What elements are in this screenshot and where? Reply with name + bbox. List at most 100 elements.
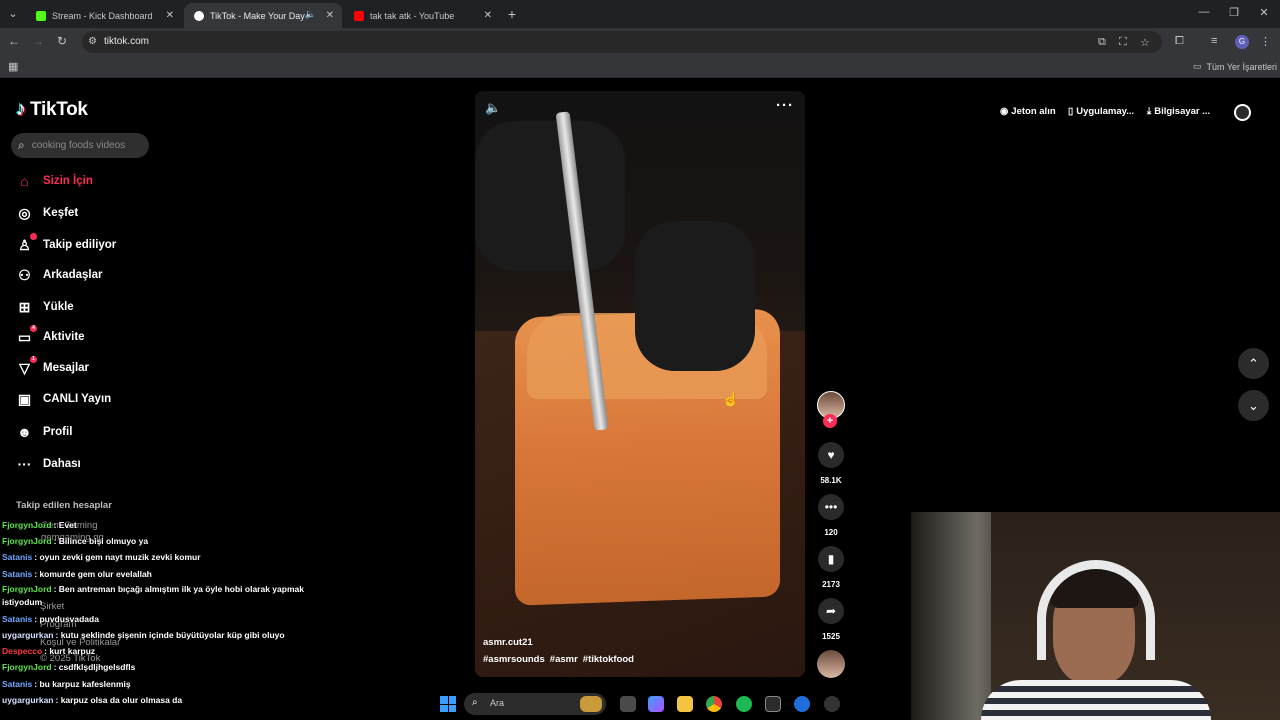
previous-video-chevron-up-icon[interactable]: ⌃ <box>1238 348 1269 379</box>
reload-icon[interactable]: ↻ <box>54 34 70 48</box>
all-bookmarks-folder[interactable]: ▭ Tüm Yer İşaretleri <box>1193 61 1277 72</box>
nav-label: Yükle <box>43 301 74 313</box>
chat-username: FjorgynJord <box>2 583 52 594</box>
get-coins-link[interactable]: ◉ Jeton alın <box>1000 106 1056 117</box>
nav-item-live[interactable]: ▣ CANLI Yayın <box>16 388 111 410</box>
chat-message: Despecco: kurt karpuz <box>2 643 322 659</box>
back-icon[interactable]: ← <box>6 34 22 48</box>
chat-message: FjorgynJord: csdfklşdljhgelsdfls <box>2 659 322 675</box>
striped-shirt <box>981 680 1211 720</box>
share-arrow-icon[interactable]: ➦ <box>818 598 844 624</box>
close-window-icon[interactable]: ✕ <box>1256 6 1272 19</box>
more-icon: ··· <box>17 456 32 472</box>
minimize-icon[interactable]: — <box>1196 6 1212 18</box>
like-heart-icon[interactable]: ♥ <box>818 442 844 468</box>
messages-icon: ▽ 1 <box>16 355 37 377</box>
chat-text: : oyun zevki gem nayt muzik zevki komur <box>34 552 201 563</box>
video-more-icon[interactable]: ··· <box>776 97 794 114</box>
address-bar[interactable]: ⚙ tiktok.com ⧉ ⛶ ☆ <box>82 31 1162 53</box>
next-video-chevron-down-icon[interactable]: ⌄ <box>1238 390 1269 421</box>
comment-icon[interactable]: ••• <box>818 494 844 520</box>
hashtag-link[interactable]: #asmr <box>550 654 578 665</box>
nav-item-messages[interactable]: ▽ 1 Mesajlar <box>16 355 89 379</box>
chat-message: Satanis: komurde gem olur evelallah <box>2 566 322 582</box>
app-icon[interactable] <box>794 696 810 712</box>
nav-item-more[interactable]: ··· Dahası <box>16 453 81 475</box>
upload-icon: ⊞ <box>18 298 31 315</box>
cast-icon[interactable]: ⧉ <box>1098 36 1106 49</box>
video-author[interactable]: asmr.cut21 <box>483 637 533 648</box>
hashtag-link[interactable]: #asmrsounds <box>483 654 545 665</box>
notification-dot <box>30 232 37 240</box>
store-icon[interactable] <box>765 696 781 712</box>
apps-grid-icon[interactable]: ▦ <box>8 60 18 73</box>
home-icon: ⌂ <box>20 173 29 189</box>
tab-title: TikTok - Make Your Day <box>210 10 305 21</box>
windows-start-icon[interactable] <box>440 696 456 712</box>
chat-text: : karpuz olsa da olur olmasa da <box>55 694 183 705</box>
profile-avatar-icon[interactable]: G <box>1235 35 1249 49</box>
forward-icon[interactable]: → <box>30 34 46 48</box>
new-tab-icon[interactable]: + <box>503 5 521 23</box>
file-explorer-icon[interactable] <box>677 696 693 712</box>
pc-app-link[interactable]: ⤓ Bilgisayar ... <box>1147 106 1210 117</box>
tab-title: Stream - Kick Dashboard <box>52 10 153 21</box>
coin-icon: ◉ <box>1000 106 1009 117</box>
close-tab-icon[interactable]: ✕ <box>166 10 174 21</box>
close-tab-icon[interactable]: ✕ <box>326 10 334 21</box>
tiktok-logo[interactable]: ♪ TikTok <box>16 98 88 121</box>
hashtag-link[interactable]: #tiktokfood <box>583 654 634 665</box>
tab-tiktok[interactable]: TikTok - Make Your Day 🔈 ✕ <box>184 3 342 28</box>
live-icon: ▣ <box>17 390 32 407</box>
browser-toolbar: ← → ↻ ⚙ tiktok.com ⧉ ⛶ ☆ ⧠ ≡ ⋮ <box>0 28 1280 56</box>
media-control-icon[interactable]: ≡ <box>1211 35 1217 47</box>
copilot-icon[interactable] <box>648 696 664 712</box>
search-icon[interactable]: ⌕ <box>18 138 25 153</box>
chat-text: : Bilince bişi olmuyo ya <box>53 536 149 547</box>
close-tab-icon[interactable]: ✕ <box>484 10 492 21</box>
get-app-link[interactable]: ▯ Uygulamay... <box>1068 106 1134 117</box>
tab-audio-icon[interactable]: 🔈 <box>305 9 316 20</box>
task-view-icon[interactable] <box>620 696 636 712</box>
bookmark-star-icon[interactable]: ☆ <box>1140 36 1150 49</box>
search-input[interactable]: ⌕ cooking foods videos <box>11 133 149 158</box>
extensions-icon[interactable]: ⧠ <box>1175 35 1184 48</box>
compass-icon: ◎ <box>18 204 31 221</box>
tab-search-chevron-icon[interactable]: ⌄ <box>4 5 22 23</box>
video-player[interactable]: 🔈 ··· asmr.cut21 #asmrsounds #asmr #tikt… <box>475 91 805 677</box>
chat-text: : puvdusvadada <box>34 613 99 624</box>
restore-icon[interactable]: ❐ <box>1226 6 1242 19</box>
tiktok-note-icon: ♪ <box>16 98 26 120</box>
follow-plus-icon[interactable]: + <box>823 414 837 428</box>
messages-badge: 1 <box>30 355 37 363</box>
spotify-icon[interactable] <box>736 696 752 712</box>
nav-item-profile[interactable]: ☻ Profil <box>16 421 72 443</box>
nav-item-for-you[interactable]: ⌂ Sizin İçin <box>16 170 93 192</box>
chrome-menu-icon[interactable]: ⋮ <box>1260 35 1271 48</box>
get-app-label: Uygulamay... <box>1076 106 1135 117</box>
nav-item-upload[interactable]: ⊞ Yükle <box>16 296 74 318</box>
user-avatar[interactable] <box>1234 104 1251 121</box>
windows-taskbar: ⌕ Ara <box>436 690 846 720</box>
nav-item-activity[interactable]: ▭ 4 Aktivite <box>16 324 85 348</box>
search-placeholder[interactable]: cooking foods videos <box>32 140 125 151</box>
volume-icon[interactable]: 🔈 <box>485 100 501 116</box>
nav-label: Arkadaşlar <box>43 269 103 281</box>
translate-icon[interactable]: ⛶ <box>1119 36 1127 49</box>
obs-icon[interactable] <box>824 696 840 712</box>
url-text[interactable]: tiktok.com <box>104 36 149 47</box>
taskbar-search[interactable]: ⌕ Ara <box>464 693 606 715</box>
nav-item-explore[interactable]: ◎ Keşfet <box>16 202 78 224</box>
tab-kick-dashboard[interactable]: Stream - Kick Dashboard ✕ <box>26 3 182 28</box>
nav-item-friends[interactable]: ⚇ Arkadaşlar <box>16 264 102 286</box>
chrome-icon[interactable] <box>706 696 722 712</box>
tab-youtube[interactable]: tak tak atk - YouTube ✕ <box>344 3 500 28</box>
nav-item-following[interactable]: ♙ Takip ediliyor <box>16 232 116 256</box>
chat-username: Satanis <box>2 613 33 624</box>
music-disc-avatar[interactable] <box>817 650 845 678</box>
streamer-webcam <box>911 512 1280 720</box>
site-info-icon[interactable]: ⚙ <box>88 36 97 47</box>
bookmark-icon[interactable]: ▮ <box>818 546 844 572</box>
nav-label: Dahası <box>43 458 81 470</box>
comment-count: 120 <box>824 528 838 537</box>
